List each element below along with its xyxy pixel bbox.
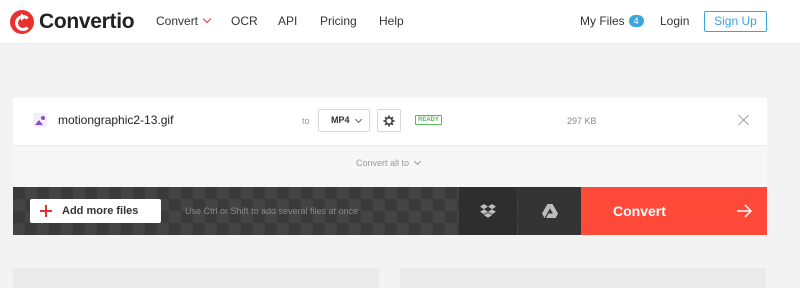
info-panel-right: [400, 268, 766, 288]
my-files-label: My Files: [580, 14, 625, 28]
signup-button[interactable]: Sign Up: [704, 11, 767, 32]
info-panel-left: [13, 268, 379, 288]
image-file-icon: [33, 113, 47, 127]
nav-ocr[interactable]: OCR: [231, 14, 258, 28]
convert-button-label: Convert: [613, 203, 666, 219]
logo-icon: [10, 10, 34, 34]
arrow-right-icon: [737, 204, 752, 218]
nav-convert-label: Convert: [156, 14, 199, 28]
google-drive-icon: [541, 204, 558, 218]
convert-all-label: Convert all to: [356, 158, 410, 168]
add-more-files-label: Add more files: [62, 205, 139, 217]
nav-help[interactable]: Help: [379, 14, 404, 28]
multi-select-hint: Use Ctrl or Shift to add several files a…: [185, 206, 359, 216]
logo-text: Convertio: [39, 10, 135, 33]
add-more-files-button[interactable]: Add more files: [30, 199, 161, 223]
nav-api[interactable]: API: [278, 14, 297, 28]
convertio-logo[interactable]: Convertio: [10, 10, 135, 34]
convert-all-bar: Convert all to: [13, 147, 767, 187]
gear-icon: [383, 115, 395, 127]
chevron-down-icon: [202, 14, 212, 24]
file-name: motiongraphic2-13.gif: [58, 113, 174, 127]
google-drive-button[interactable]: [518, 187, 581, 235]
top-header: Convertio Convert OCR API Pricing Help M…: [0, 0, 800, 44]
to-label: to: [302, 116, 310, 126]
dropbox-button[interactable]: [459, 187, 517, 235]
convert-button[interactable]: Convert: [581, 187, 767, 235]
nav-my-files[interactable]: My Files 4: [580, 14, 644, 28]
convert-all-dropdown[interactable]: Convert all to: [356, 157, 422, 168]
nav-pricing[interactable]: Pricing: [320, 14, 357, 28]
chevron-down-icon: [354, 115, 363, 124]
plus-icon: [40, 205, 52, 217]
file-count-badge: 4: [628, 15, 644, 27]
file-size: 297 KB: [567, 116, 597, 126]
settings-button[interactable]: [377, 109, 401, 132]
file-row: motiongraphic2-13.gif to MP4 READY 297 K…: [13, 98, 767, 146]
action-bar: Add more files Use Ctrl or Shift to add …: [13, 187, 767, 235]
chevron-down-icon: [413, 157, 422, 166]
output-format-value: MP4: [331, 115, 350, 125]
nav-convert[interactable]: Convert: [156, 14, 212, 28]
close-icon[interactable]: [738, 114, 750, 126]
login-link[interactable]: Login: [660, 14, 689, 28]
status-badge: READY: [415, 115, 443, 125]
output-format-select[interactable]: MP4: [318, 109, 370, 132]
dropbox-icon: [480, 204, 496, 218]
